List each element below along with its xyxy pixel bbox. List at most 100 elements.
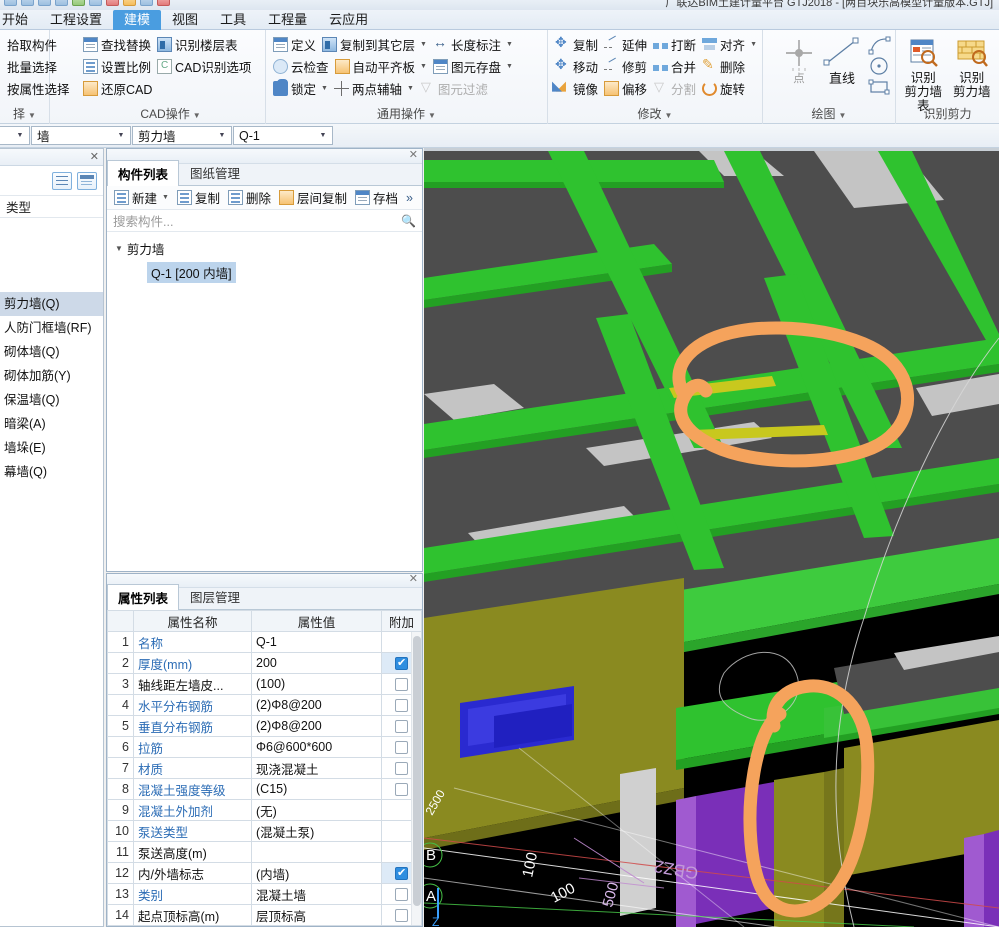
offset-button[interactable]: 偏移	[601, 78, 650, 99]
trim-button[interactable]: 修剪	[601, 56, 650, 77]
sidebar-item-masonry-wall[interactable]: 砌体墙(Q)	[0, 340, 103, 364]
property-value[interactable]: (100)	[251, 673, 382, 695]
check-icon[interactable]	[106, 0, 119, 6]
undo-icon[interactable]	[38, 0, 51, 6]
table-row[interactable]: 6 拉筋 Φ6@600*600	[107, 736, 422, 758]
rotate-button[interactable]: 旋转	[699, 78, 748, 99]
attach-checkbox[interactable]	[395, 699, 408, 713]
attach-checkbox[interactable]	[395, 720, 408, 734]
tab-project-settings[interactable]: 工程设置	[39, 10, 113, 30]
property-value[interactable]: (内墙)	[251, 862, 382, 884]
copy-component-button[interactable]: 复制	[174, 187, 223, 208]
table-row[interactable]: 1 名称 Q-1	[107, 631, 422, 653]
attach-checkbox[interactable]	[395, 678, 408, 692]
attach-checkbox[interactable]	[395, 866, 408, 881]
interfloor-copy-button[interactable]: 层间复制	[276, 187, 350, 208]
component-name-selector[interactable]: Q-1 ▼	[233, 126, 333, 145]
properties-scrollbar[interactable]	[411, 632, 421, 925]
table-row[interactable]: 9 混凝土外加剂 (无)	[107, 799, 422, 821]
floor-selector[interactable]: ▼	[0, 126, 30, 145]
tree-item-q1[interactable]: Q-1 [200 内墙]	[147, 262, 236, 283]
property-value[interactable]: 层顶标高	[251, 904, 382, 926]
tab-component-list[interactable]: 构件列表	[107, 160, 180, 186]
chevron-down-icon[interactable]: ▼	[215, 132, 229, 139]
tab-quantity[interactable]: 工程量	[257, 10, 318, 30]
sidebar-item-shearwall[interactable]: 剪力墙(Q)	[0, 292, 103, 316]
chevron-down-icon[interactable]: ▼	[506, 63, 513, 70]
table-row[interactable]: 5 垂直分布钢筋 (2)Φ8@200	[107, 715, 422, 737]
tab-view[interactable]: 视图	[161, 10, 209, 30]
table-row[interactable]: 11 泵送高度(m)	[107, 841, 422, 863]
redo-icon[interactable]	[55, 0, 68, 6]
sidebar-item-civil-door-frame-wall[interactable]: 人防门框墙(RF)	[0, 316, 103, 340]
property-value[interactable]: (无)	[251, 799, 382, 821]
save-icon[interactable]	[4, 0, 17, 6]
attach-checkbox[interactable]	[395, 909, 408, 923]
tab-modeling[interactable]: 建模	[113, 10, 162, 30]
find-replace-button[interactable]: 查找替换	[80, 34, 154, 55]
chevron-down-icon[interactable]: ▼	[750, 41, 757, 48]
layer-icon[interactable]	[89, 0, 102, 6]
table-row[interactable]: 4 水平分布钢筋 (2)Φ8@200	[107, 694, 422, 716]
chevron-down-icon[interactable]: ▼	[420, 41, 427, 48]
close-icon[interactable]: ✕	[90, 150, 99, 163]
property-value[interactable]: (混凝土泵)	[251, 820, 382, 842]
attach-checkbox[interactable]	[395, 656, 408, 671]
scrollbar-thumb[interactable]	[413, 636, 421, 906]
tab-start[interactable]: 开始	[0, 10, 39, 30]
list-view-button[interactable]	[52, 171, 72, 190]
mirror-button[interactable]: 镜像	[552, 78, 601, 99]
point-tool-button[interactable]: 点	[777, 37, 821, 86]
model-3d-scene[interactable]: B A 6 100 100 500 300 100 4000 2500 GBZ2	[424, 148, 999, 927]
merge-button[interactable]: 合并	[650, 56, 699, 77]
circle-tool-button[interactable]	[868, 55, 892, 80]
delete-button[interactable]: 删除	[699, 56, 748, 77]
category-selector[interactable]: 墙 ▼	[31, 126, 131, 145]
lock-button[interactable]: 锁定 ▼	[270, 78, 331, 99]
table-row[interactable]: 7 材质 现浇混凝土	[107, 757, 422, 779]
sidebar-item-insulation-wall[interactable]: 保温墙(Q)	[0, 388, 103, 412]
help-icon[interactable]	[157, 0, 170, 6]
rectangle-tool-button[interactable]	[868, 78, 892, 99]
attach-checkbox[interactable]	[395, 762, 408, 776]
table-row[interactable]: 13 类别 混凝土墙	[107, 883, 422, 905]
component-search-field[interactable]: 搜索构件... 🔍	[107, 210, 422, 232]
cad-recognize-options-button[interactable]: CAD识别选项	[154, 56, 254, 77]
sidebar-item-hidden-beam[interactable]: 暗梁(A)	[0, 412, 103, 436]
restore-cad-button[interactable]: 还原CAD	[80, 78, 155, 99]
table-row[interactable]: 14 起点顶标高(m) 层顶标高	[107, 904, 422, 926]
chevron-down-icon[interactable]: ▼	[321, 85, 328, 92]
close-icon[interactable]: ✕	[409, 572, 418, 585]
batch-select-button[interactable]: 批量选择	[4, 56, 60, 77]
move-button[interactable]: 移动	[552, 56, 601, 77]
tab-tools[interactable]: 工具	[209, 10, 257, 30]
table-row[interactable]: 12 内/外墙标志 (内墙)	[107, 862, 422, 884]
new-component-button[interactable]: 新建 ▼	[111, 187, 172, 208]
component-type-selector[interactable]: 剪力墙 ▼	[132, 126, 232, 145]
sidebar-item-curtain-wall[interactable]: 幕墙(Q)	[0, 460, 103, 484]
sidebar-item-masonry-reinforcement[interactable]: 砌体加筋(Y)	[0, 364, 103, 388]
chevron-down-icon[interactable]: ▼	[13, 132, 27, 139]
chevron-down-icon[interactable]: ▼	[114, 132, 128, 139]
report-icon[interactable]	[123, 0, 136, 6]
attach-checkbox[interactable]	[395, 783, 408, 797]
property-value[interactable]: 混凝土墙	[251, 883, 382, 905]
tree-node-shearwall[interactable]: ▼ 剪力墙	[115, 238, 422, 258]
chevron-down-icon[interactable]: ▼	[506, 41, 513, 48]
delete-component-button[interactable]: 删除	[225, 187, 274, 208]
property-value[interactable]: 200	[251, 652, 382, 674]
open-icon[interactable]	[21, 0, 34, 6]
attach-checkbox[interactable]	[395, 741, 408, 755]
property-value[interactable]	[251, 841, 382, 863]
tab-property-list[interactable]: 属性列表	[107, 584, 180, 610]
property-value[interactable]: 现浇混凝土	[251, 757, 382, 779]
line-tool-button[interactable]: 直线	[817, 35, 867, 87]
table-row[interactable]: 10 泵送类型 (混凝土泵)	[107, 820, 422, 842]
recognize-shearwall-button[interactable]: 识别 剪力墙	[949, 35, 996, 113]
sidebar-item-wall-pier[interactable]: 墙垛(E)	[0, 436, 103, 460]
archive-button[interactable]: 存档	[352, 187, 401, 208]
property-value[interactable]: (2)Φ8@200	[251, 694, 382, 716]
auto-align-slab-button[interactable]: 自动平齐板 ▼	[332, 56, 430, 77]
select-by-property-button[interactable]: 按属性选择	[4, 78, 73, 99]
settings-icon[interactable]	[140, 0, 153, 6]
